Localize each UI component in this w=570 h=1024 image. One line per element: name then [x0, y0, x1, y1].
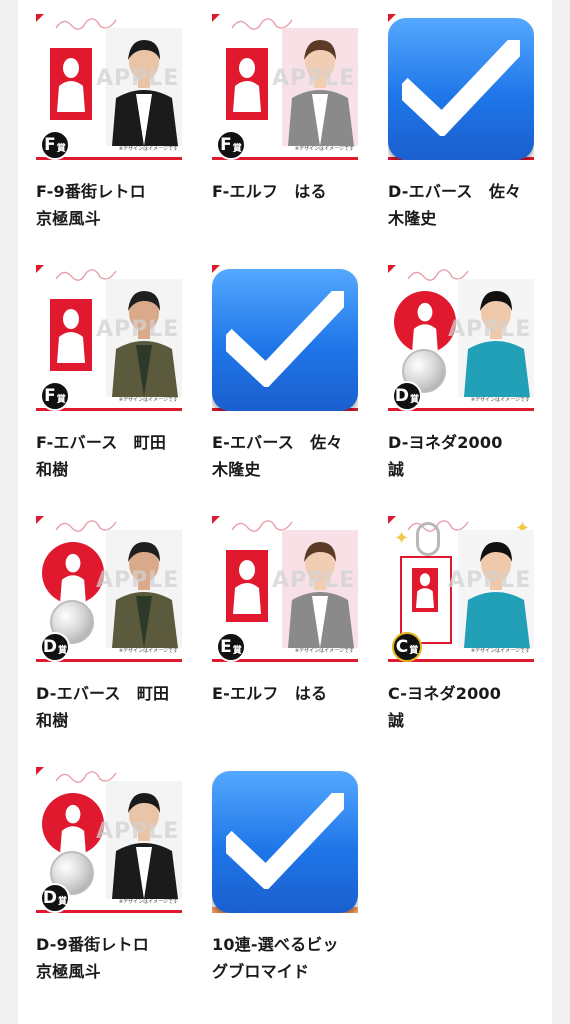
grade-badge: E賞: [216, 632, 246, 662]
silhouette-card: [226, 48, 268, 120]
prize-thumbnail[interactable]: APPLE ※デザインはイメージです F 賞: [36, 265, 182, 411]
prize-label[interactable]: D-ヨネダ2000 誠: [388, 429, 534, 483]
grade-badge: F賞: [40, 381, 70, 411]
grade-letter: D: [394, 386, 410, 406]
prize-card[interactable]: APPLE ※デザインはイメージです F 賞 F-エルフ はる: [212, 14, 358, 265]
prize-card[interactable]: APPLE ※デザインはイメージです D 賞 D-エバース 町田 和樹: [36, 516, 182, 767]
prize-label[interactable]: E-エバース 佐々 木隆史: [212, 429, 358, 483]
silhouette-card: [226, 550, 268, 622]
sparkle-icon: ✦: [394, 528, 410, 549]
image-caption: ※デザインはイメージです: [470, 397, 530, 403]
checkbox-checked-icon[interactable]: [212, 269, 358, 411]
checkbox-checked-icon[interactable]: [212, 771, 358, 913]
image-caption: ※デザインはイメージです: [118, 146, 178, 152]
prize-card[interactable]: ※デザインはイメージですD賞 D-エバース 佐々 木隆史: [388, 14, 534, 265]
corner-mark: [212, 516, 220, 524]
grade-letter: D: [42, 637, 58, 657]
prize-card[interactable]: APPLE ※デザインはイメージです D 賞 D-9番街レトロ 京極風斗: [36, 767, 182, 1018]
grade-suffix: 賞: [58, 645, 68, 656]
grade-letter: E: [220, 637, 232, 657]
prize-label[interactable]: D-エバース 佐々 木隆史: [388, 178, 534, 232]
image-caption: ※デザインはイメージです: [118, 648, 178, 654]
watermark: APPLE: [96, 66, 180, 91]
corner-mark: [212, 14, 220, 22]
grade-suffix: 賞: [409, 645, 419, 656]
prize-label[interactable]: F-9番街レトロ 京極風斗: [36, 178, 182, 232]
acrylic-stand: [400, 556, 452, 644]
watermark: APPLE: [272, 66, 356, 91]
grade-letter: C: [395, 637, 409, 657]
grade-suffix: 賞: [56, 143, 66, 154]
watermark: APPLE: [96, 317, 180, 342]
prize-card[interactable]: ✦✦✦ APPLE※デザインはイメージですC賞C-ヨネダ2000 誠: [388, 516, 534, 767]
grade-suffix: 賞: [56, 394, 66, 405]
prize-label[interactable]: F-エルフ はる: [212, 178, 358, 205]
prize-label[interactable]: F-エバース 町田 和樹: [36, 429, 182, 483]
corner-mark: [36, 516, 44, 524]
watermark: APPLE: [272, 568, 356, 593]
silhouette-card: [50, 299, 92, 371]
keychain-ring: [416, 522, 440, 556]
image-caption: ※デザインはイメージです: [118, 899, 178, 905]
silhouette-badge: [394, 291, 456, 353]
grade-badge: F賞: [216, 130, 246, 160]
grade-badge: D賞: [40, 632, 70, 662]
corner-mark: [36, 14, 44, 22]
grade-letter: F: [220, 135, 232, 155]
prize-grid: APPLE ※デザインはイメージです F 賞 F-9番街レトロ 京極風斗 APPLE ※デ…: [36, 14, 534, 1018]
silhouette-badge: [42, 793, 104, 855]
grade-suffix: 賞: [232, 645, 242, 656]
prize-card[interactable]: APPLE ※デザインはイメージです F 賞 F-エバース 町田 和樹: [36, 265, 182, 516]
grade-badge: F賞: [40, 130, 70, 160]
prize-thumbnail[interactable]: APPLE ※デザインはイメージです F 賞: [36, 14, 182, 160]
grade-suffix: 賞: [232, 143, 242, 154]
prize-card[interactable]: APPLE ※デザインはイメージです E 賞 E-エルフ はる: [212, 516, 358, 767]
watermark: APPLE: [448, 317, 532, 342]
prize-thumbnail[interactable]: ✦✦✦ APPLE※デザインはイメージですC賞: [388, 516, 534, 662]
prize-label[interactable]: 10連-選べるビッ グブロマイド: [212, 931, 358, 985]
watermark: APPLE: [96, 568, 180, 593]
corner-mark: [36, 265, 44, 273]
image-caption: ※デザインはイメージです: [470, 648, 530, 654]
prize-card[interactable]: ※デザインはイメージですE賞 E-エバース 佐々 木隆史: [212, 265, 358, 516]
checkbox-checked-icon[interactable]: [388, 18, 534, 160]
prize-thumbnail[interactable]: APPLE ※デザインはイメージです D 賞: [388, 265, 534, 411]
grade-letter: F: [44, 386, 56, 406]
prize-thumbnail[interactable]: APPLE ※デザインはイメージです E 賞: [212, 516, 358, 662]
grade-letter: D: [42, 888, 58, 908]
watermark: APPLE: [448, 568, 532, 593]
corner-mark: [388, 265, 396, 273]
prize-label[interactable]: D-9番街レトロ 京極風斗: [36, 931, 182, 985]
image-caption: ※デザインはイメージです: [294, 146, 354, 152]
silhouette-card: [50, 48, 92, 120]
corner-mark: [36, 767, 44, 775]
grade-badge: C賞: [392, 632, 422, 662]
prize-thumbnail[interactable]: ※デザインはイメージですD賞: [388, 14, 534, 160]
grade-suffix: 賞: [410, 394, 420, 405]
prize-card[interactable]: APPLE ※デザインはイメージです F 賞 F-9番街レトロ 京極風斗: [36, 14, 182, 265]
prize-thumbnail[interactable]: [212, 767, 358, 913]
silhouette-badge: [42, 542, 104, 604]
watermark: APPLE: [96, 819, 180, 844]
prize-label[interactable]: D-エバース 町田 和樹: [36, 680, 182, 734]
image-caption: ※デザインはイメージです: [294, 648, 354, 654]
prize-card[interactable]: APPLE ※デザインはイメージです D 賞 D-ヨネダ2000 誠: [388, 265, 534, 516]
image-caption: ※デザインはイメージです: [118, 397, 178, 403]
grade-badge: D賞: [40, 883, 70, 913]
grade-letter: F: [44, 135, 56, 155]
prize-thumbnail[interactable]: APPLE ※デザインはイメージです D 賞: [36, 767, 182, 913]
prize-thumbnail[interactable]: APPLE ※デザインはイメージです D 賞: [36, 516, 182, 662]
prize-label[interactable]: E-エルフ はる: [212, 680, 358, 707]
prize-card[interactable]: 10連-選べるビッ グブロマイド: [212, 767, 358, 1018]
grade-suffix: 賞: [58, 896, 68, 907]
grade-badge: D賞: [392, 381, 422, 411]
prize-thumbnail[interactable]: ※デザインはイメージですE賞: [212, 265, 358, 411]
prize-label[interactable]: C-ヨネダ2000 誠: [388, 680, 534, 734]
prize-thumbnail[interactable]: APPLE ※デザインはイメージです F 賞: [212, 14, 358, 160]
corner-mark: [388, 516, 396, 524]
